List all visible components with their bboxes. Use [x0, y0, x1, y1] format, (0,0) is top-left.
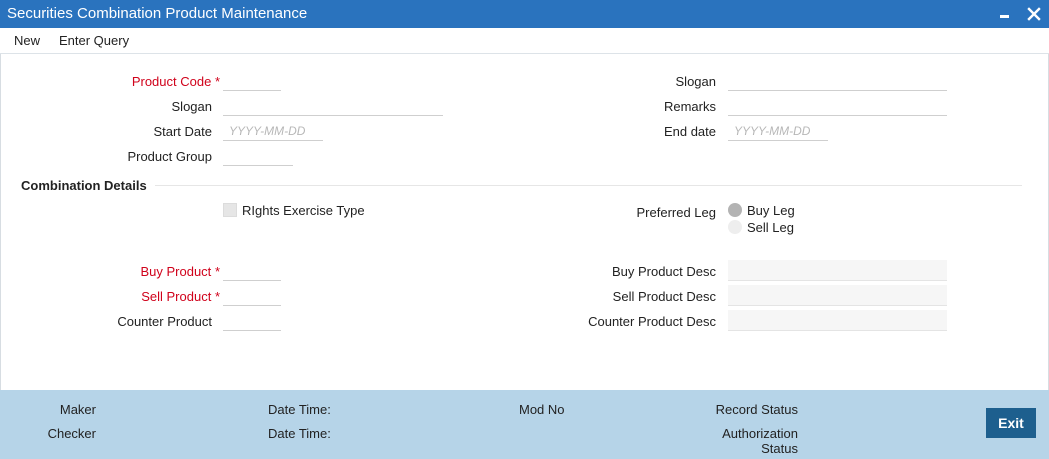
product-group-label: Product Group: [127, 149, 212, 164]
buy-leg-label: Buy Leg: [747, 203, 795, 218]
end-date-input[interactable]: [728, 121, 828, 141]
rights-exercise-checkbox[interactable]: [223, 203, 237, 217]
sell-product-desc-label: Sell Product Desc: [612, 289, 716, 304]
minimize-icon[interactable]: [995, 4, 1015, 24]
buy-product-desc-field: [728, 260, 947, 281]
section-divider: [155, 185, 1022, 186]
start-date-input[interactable]: [223, 121, 323, 141]
enter-query-menu-item[interactable]: Enter Query: [59, 33, 129, 48]
exit-button[interactable]: Exit: [986, 408, 1036, 438]
end-date-label: End date: [663, 124, 716, 139]
start-date-label: Start Date: [153, 124, 212, 139]
sell-product-desc-field: [728, 285, 947, 306]
counter-product-desc-field: [728, 310, 947, 331]
slogan-right-input[interactable]: [728, 71, 947, 91]
checker-label: Checker: [47, 426, 96, 441]
counter-product-desc-label: Counter Product Desc: [588, 314, 716, 329]
combination-details-heading: Combination Details: [21, 178, 147, 193]
slogan-left-input[interactable]: [223, 96, 443, 116]
slogan-right-label: Slogan: [675, 74, 716, 89]
mod-no-label: Mod No: [519, 402, 565, 417]
buy-product-desc-label: Buy Product Desc: [611, 264, 716, 279]
product-group-input[interactable]: [223, 146, 293, 166]
title-bar: Securities Combination Product Maintenan…: [0, 0, 1049, 28]
authorization-label: Authorization: [722, 426, 798, 441]
counter-product-label: Counter Product: [117, 314, 212, 329]
window-title: Securities Combination Product Maintenan…: [7, 5, 308, 22]
counter-product-input[interactable]: [223, 311, 281, 331]
maker-label: Maker: [59, 402, 96, 417]
product-code-label: Product Code *: [131, 74, 220, 89]
sell-product-input[interactable]: [223, 286, 281, 306]
slogan-left-label: Slogan: [171, 99, 212, 114]
maker-date-time-label: Date Time:: [268, 402, 331, 417]
record-status-label: Record Status: [715, 402, 798, 417]
product-code-input[interactable]: [223, 71, 281, 91]
sell-leg-label: Sell Leg: [747, 220, 794, 235]
rights-exercise-label: RIghts Exercise Type: [242, 203, 365, 218]
close-icon[interactable]: [1024, 4, 1044, 24]
menu-bar: New Enter Query: [0, 28, 1049, 54]
preferred-leg-label: Preferred Leg: [636, 205, 717, 220]
audit-footer: Maker Checker Date Time: Date Time: Mod …: [0, 390, 1049, 459]
buy-product-label: Buy Product *: [140, 264, 220, 279]
remarks-input[interactable]: [728, 96, 947, 116]
sell-product-label: Sell Product *: [141, 289, 220, 304]
buy-product-input[interactable]: [223, 261, 281, 281]
buy-leg-radio[interactable]: [728, 203, 742, 217]
remarks-label: Remarks: [663, 99, 716, 114]
authorization-status-label: Status: [761, 441, 798, 456]
new-menu-item[interactable]: New: [14, 33, 40, 48]
checker-date-time-label: Date Time:: [268, 426, 331, 441]
sell-leg-radio[interactable]: [728, 220, 742, 234]
